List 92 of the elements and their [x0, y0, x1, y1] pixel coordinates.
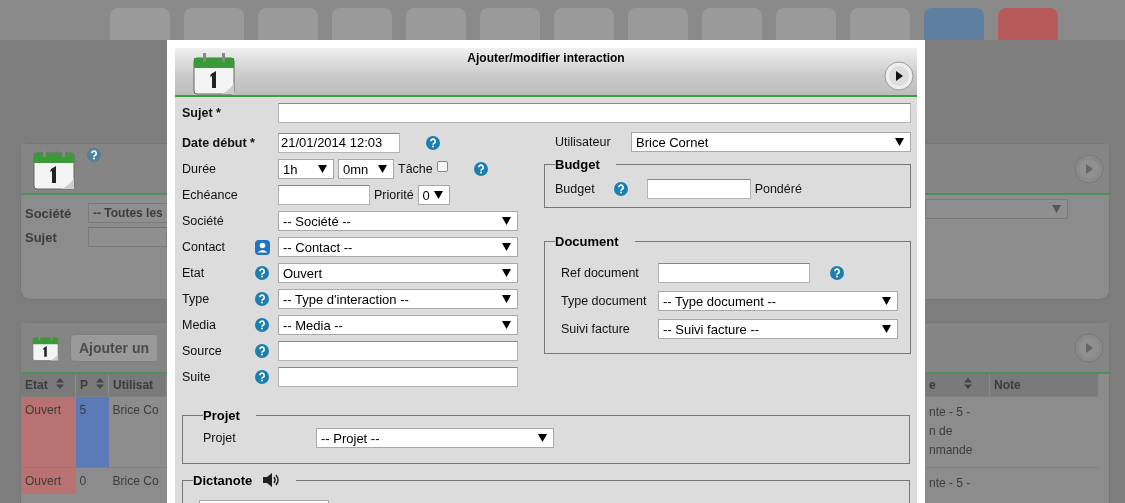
field-label: Type	[182, 292, 211, 306]
caret-icon	[502, 243, 511, 251]
caret-icon	[502, 269, 511, 277]
field-label: Suivi facture	[561, 322, 631, 336]
text-field[interactable]	[278, 103, 911, 123]
dropdown[interactable]: Ouvert	[278, 263, 518, 283]
help-icon[interactable]	[426, 136, 440, 150]
table-cell: 5	[75, 396, 109, 468]
caret-icon	[502, 321, 511, 329]
field-label: Media	[182, 318, 218, 332]
field-label: Ref document	[561, 266, 640, 280]
table-cell: Ouvert	[21, 467, 76, 494]
caret-icon	[882, 325, 891, 333]
text-field[interactable]	[658, 263, 810, 283]
speaker-icon[interactable]	[262, 472, 281, 488]
dropdown[interactable]: 0mn	[338, 159, 394, 179]
field-label: Sujet	[25, 229, 58, 245]
play-button[interactable]	[884, 61, 914, 91]
text-field[interactable]: 21/01/2014 12:03	[278, 133, 400, 153]
dialog-title: Ajouter/modifier interaction	[466, 50, 626, 65]
dropdown[interactable]: -- Projet --	[316, 428, 554, 448]
field-label: Suite	[182, 370, 212, 384]
help-icon[interactable]	[830, 266, 844, 280]
section-title: Budget	[555, 157, 601, 172]
field-label: Contact	[182, 240, 227, 254]
help-icon[interactable]	[255, 292, 269, 306]
dropdown[interactable]: -- Type d'interaction --	[278, 289, 518, 309]
caret-icon	[538, 434, 547, 442]
checkbox[interactable]	[436, 161, 448, 172]
table-cell-text: nte - 5 -	[929, 404, 972, 421]
text-field[interactable]	[278, 367, 518, 387]
text-field[interactable]	[278, 341, 518, 361]
table-cell: 0	[75, 467, 109, 494]
section-title: Projet	[203, 408, 241, 423]
field-label: Sujet *	[182, 106, 222, 120]
caret-icon	[502, 295, 511, 303]
field-label: Durée	[182, 162, 218, 176]
field-label: Type document	[561, 294, 648, 308]
field-label: Pondéré	[754, 182, 802, 196]
caret-icon	[502, 217, 511, 225]
text-field[interactable]	[278, 185, 370, 205]
dropdown[interactable]: -- Type document --	[658, 291, 898, 311]
field-label: Echéance	[182, 188, 239, 202]
help-icon[interactable]	[255, 344, 269, 358]
field-label: Tâche	[398, 162, 433, 176]
help-icon[interactable]	[255, 318, 269, 332]
help-icon[interactable]	[87, 148, 101, 162]
dropdown[interactable]: 0	[417, 185, 450, 205]
field-label: Budget	[555, 182, 595, 196]
column-header: Utilisat	[113, 378, 154, 392]
section-title: Document	[555, 234, 620, 249]
field-label: Projet	[203, 431, 237, 445]
column-header: e	[929, 378, 936, 392]
sort-icon[interactable]	[96, 378, 105, 389]
caret-icon	[433, 191, 443, 199]
column-header: P	[80, 378, 89, 392]
field-label: Date début *	[182, 136, 256, 150]
field-label: Source	[182, 344, 223, 358]
caret-icon	[882, 297, 891, 305]
table-cell-text: nte - 5 -	[929, 475, 972, 492]
sort-icon[interactable]	[963, 378, 972, 389]
caret-icon	[318, 165, 327, 173]
field-label: Priorité	[374, 188, 414, 202]
text-field[interactable]	[646, 179, 751, 199]
sort-icon[interactable]	[55, 378, 64, 389]
column-header: Note	[994, 378, 1021, 392]
table-cell-text: nmande	[929, 442, 974, 459]
help-icon[interactable]	[255, 370, 269, 384]
table-cell: Brice Co	[108, 467, 167, 494]
table-cell: Ouvert	[21, 396, 76, 468]
dropdown[interactable]: -- Suivi facture --	[658, 319, 898, 339]
help-icon[interactable]	[613, 182, 628, 196]
caret-icon	[1052, 205, 1061, 213]
dropdown[interactable]: -- Contact --	[278, 237, 518, 257]
field-label: Etat	[182, 266, 206, 280]
dropdown[interactable]: Brice Cornet	[631, 132, 911, 152]
caret-icon	[895, 138, 904, 146]
field-label: Utilisateur	[555, 135, 612, 149]
dropdown[interactable]: 1h	[278, 159, 334, 179]
caret-icon	[378, 165, 387, 173]
field-label: Société	[25, 205, 73, 221]
section-title: Dictanote	[193, 472, 253, 488]
text-field[interactable]	[88, 227, 167, 247]
contact-icon[interactable]	[254, 239, 270, 255]
table-cell: Brice Co	[108, 396, 167, 468]
help-icon[interactable]	[255, 266, 269, 280]
table-cell-text: n de	[929, 423, 954, 440]
dropdown[interactable]: -- Société --	[278, 211, 518, 231]
help-icon[interactable]	[473, 162, 488, 176]
column-header: Etat	[25, 378, 48, 392]
field-label: Société	[182, 214, 225, 228]
dropdown[interactable]: -- Media --	[278, 315, 518, 335]
